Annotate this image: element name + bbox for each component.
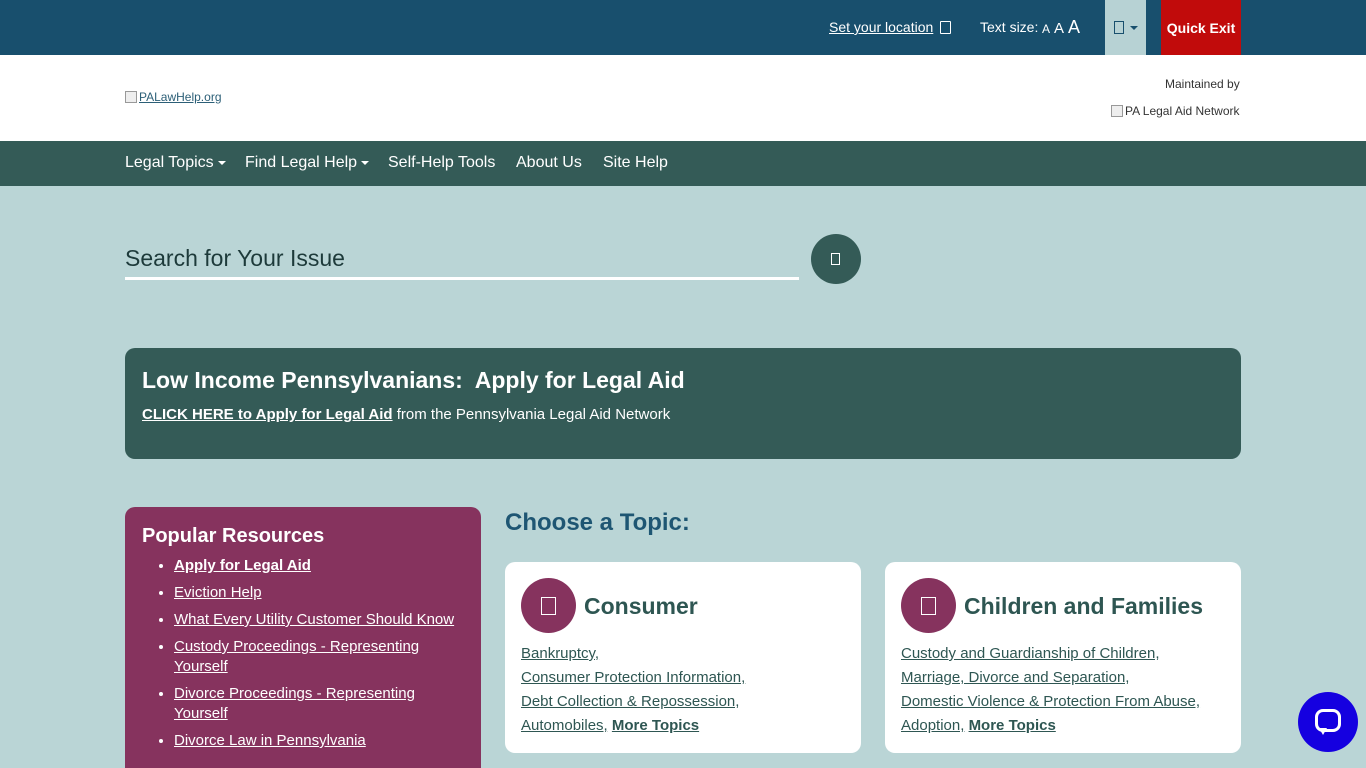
site-logo-link[interactable]: PALawHelp.org [125,90,222,104]
topic-card-children-families: Children and Families Custody and Guardi… [885,562,1241,753]
list-item: Eviction Help [174,583,464,603]
location-icon[interactable] [940,21,951,34]
resource-link[interactable]: Eviction Help [174,584,262,601]
text-size-medium-button[interactable]: A [1054,20,1064,37]
topic-link[interactable]: Bankruptcy, [521,645,599,662]
consumer-glyph-icon [541,597,556,615]
consumer-icon[interactable] [521,578,576,633]
search-input[interactable]: Search for Your Issue [125,245,345,272]
list-item: What Every Utility Customer Should Know [174,610,464,630]
more-topics-link[interactable]: More Topics [612,717,699,734]
banner-text: CLICK HERE to Apply for Legal Aid from t… [142,406,670,423]
search-icon [831,253,840,265]
text-size-label: Text size: [980,19,1039,35]
search-underline [125,277,799,280]
topic-link[interactable]: Debt Collection & Repossession, [521,693,739,710]
quick-exit-button[interactable]: Quick Exit [1161,0,1241,55]
apply-link[interactable]: CLICK HERE to Apply for Legal Aid [142,406,393,423]
chevron-down-icon [1130,26,1138,30]
text-size-small-button[interactable]: A [1042,22,1050,36]
topic-link[interactable]: Consumer Protection Information, [521,669,745,686]
maintained-by-label: Maintained by [1165,77,1240,91]
banner-suffix: from the Pennsylvania Legal Aid Network [392,406,671,423]
chat-tail-icon [1319,728,1327,735]
nav-legal-topics[interactable]: Legal Topics [125,154,226,172]
family-icon[interactable] [901,578,956,633]
popular-resources-title: Popular Resources [142,525,325,547]
top-utility-bar: Set your location Text size: A A A Quick… [0,0,1366,55]
apply-banner: Low Income Pennsylvanians: Apply for Leg… [125,348,1241,459]
main-nav: Legal Topics Find Legal Help Self-Help T… [0,141,1366,186]
nav-self-help-tools[interactable]: Self-Help Tools [388,154,495,172]
caret-down-icon [361,161,370,165]
chat-button[interactable] [1298,692,1358,752]
nav-about-us[interactable]: About Us [516,154,582,172]
list-item: Custody Proceedings - Representing Yours… [174,637,464,677]
topic-link[interactable]: Automobiles, [521,717,608,734]
list-item: Divorce Proceedings - Representing Yours… [174,684,464,724]
resource-link[interactable]: Apply for Legal Aid [174,557,311,574]
site-header: PALawHelp.org Maintained by PA Legal Aid… [0,55,1366,141]
caret-down-icon [217,161,226,165]
topic-link[interactable]: Adoption, [901,717,964,734]
nav-label: Legal Topics [125,154,214,171]
search-button[interactable] [811,234,861,284]
resource-link[interactable]: Divorce Law in Pennsylvania [174,732,366,749]
broken-image-icon [1111,105,1123,117]
more-topics-link[interactable]: More Topics [969,717,1056,734]
list-item: Divorce Law in Pennsylvania [174,731,464,751]
logo-alt-text: PALawHelp.org [139,90,222,104]
text-size-large-button[interactable]: A [1068,17,1080,38]
resource-link[interactable]: Custody Proceedings - Representing Yours… [174,638,419,675]
topic-card-links: Custody and Guardianship of Children, Ma… [901,642,1231,738]
topic-card-title[interactable]: Children and Families [964,593,1203,620]
topic-link[interactable]: Domestic Violence & Protection From Abus… [901,693,1200,710]
nav-find-legal-help[interactable]: Find Legal Help [245,154,370,172]
popular-resources-list: Apply for Legal Aid Eviction Help What E… [174,556,464,758]
resource-link[interactable]: Divorce Proceedings - Representing Yours… [174,685,415,722]
set-location-link[interactable]: Set your location [829,19,933,35]
popular-resources-panel: Popular Resources Apply for Legal Aid Ev… [125,507,481,768]
family-glyph-icon [921,597,936,615]
network-logo-link[interactable]: PA Legal Aid Network [1111,104,1240,118]
topic-card-links: Bankruptcy, Consumer Protection Informat… [521,642,851,738]
topic-link[interactable]: Marriage, Divorce and Separation, [901,669,1129,686]
banner-title: Low Income Pennsylvanians: Apply for Leg… [142,367,685,393]
network-alt-text: PA Legal Aid Network [1125,104,1240,118]
resource-link[interactable]: What Every Utility Customer Should Know [174,611,454,628]
choose-topic-title: Choose a Topic: [505,509,690,536]
topic-link[interactable]: Custody and Guardianship of Children, [901,645,1160,662]
broken-image-icon [125,91,137,103]
globe-icon [1114,21,1124,34]
topic-card-consumer: Consumer Bankruptcy, Consumer Protection… [505,562,861,753]
topic-card-title[interactable]: Consumer [584,593,698,620]
list-item: Apply for Legal Aid [174,556,464,576]
nav-label: Find Legal Help [245,154,358,171]
language-dropdown[interactable] [1105,0,1146,55]
nav-site-help[interactable]: Site Help [603,154,668,172]
